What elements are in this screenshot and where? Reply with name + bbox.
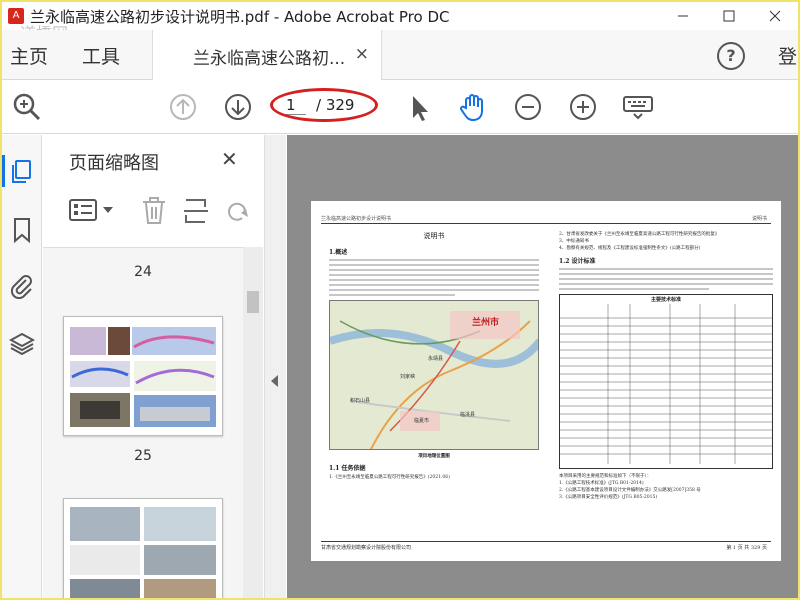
zoom-out-icon[interactable] bbox=[513, 92, 543, 122]
acrobat-window: A 兰永临高速公路初步设计说明书.pdf - Adobe Acrobat Pro… bbox=[2, 2, 798, 598]
chevron-down-icon[interactable] bbox=[103, 207, 113, 213]
close-icon[interactable] bbox=[752, 2, 798, 30]
map-caption: 项目地理位置图 bbox=[418, 454, 450, 459]
technical-standards-table: 主要技术标准 bbox=[559, 294, 773, 469]
close-tab-icon[interactable]: × bbox=[355, 44, 369, 64]
page-footer: 甘肃省交通规划勘察设计院股份有限公司 第 1 页 共 329 页 bbox=[321, 541, 771, 551]
page-thumbnail[interactable] bbox=[63, 316, 223, 436]
zoom-in-icon[interactable] bbox=[568, 92, 598, 122]
project-location-map: 兰州市 临夏市 永靖县 刘家峡 临洮县 积石山县 bbox=[329, 300, 539, 450]
table-title: 主要技术标准 bbox=[650, 297, 681, 303]
standards-intro: 本项目采用的主要规范和标准如下（不限于）： bbox=[559, 474, 652, 479]
left-navigation-rail bbox=[2, 135, 42, 598]
page-footer-right: 第 1 页 共 329 页 bbox=[726, 545, 767, 551]
minimize-icon[interactable] bbox=[660, 2, 706, 30]
page-thumbnail[interactable] bbox=[63, 498, 223, 598]
help-icon[interactable]: ? bbox=[717, 42, 745, 70]
thumbnails-panel: 页面缩略图 ✕ 24 25 bbox=[43, 135, 263, 598]
window-title: 兰永临高速公路初步设计说明书.pdf - Adobe Acrobat Pro D… bbox=[30, 7, 450, 26]
red-annotation-ellipse bbox=[270, 88, 378, 122]
map-label: 临夏市 bbox=[414, 418, 430, 424]
panel-toolbar bbox=[43, 191, 263, 231]
crop-pages-icon[interactable] bbox=[183, 197, 209, 225]
document-tab[interactable]: 兰永临高速公路初... × bbox=[152, 30, 382, 80]
page-header: 兰永临高速公路初步设计说明书 说明书 bbox=[321, 215, 771, 224]
menu-bar: 主页 工具 兰永临高速公路初... × ? 登 bbox=[2, 30, 798, 80]
standard-item: 3.《公路项目安全性评价规范》(JTG B05-2015) bbox=[559, 495, 658, 500]
document-view[interactable]: 兰永临高速公路初步设计说明书 说明书 说明书 1.概述 兰州市 临夏市 永靖县 … bbox=[287, 135, 798, 598]
map-label: 兰州市 bbox=[472, 318, 500, 328]
thumbnail-scrollbar[interactable] bbox=[243, 247, 263, 598]
basis-item: 4、勘察有关规范、规程及《工程建设标准强制性条文》(公路工程部分) bbox=[559, 246, 701, 251]
tools-menu[interactable]: 工具 bbox=[82, 42, 120, 69]
sign-in-link[interactable]: 登 bbox=[778, 42, 797, 69]
active-indicator bbox=[2, 155, 5, 187]
close-panel-icon[interactable]: ✕ bbox=[221, 147, 238, 171]
basis-item: 2、甘肃省发改委关于《兰州至永靖至临夏高速公路工程可行性研究报告的批复》 bbox=[559, 232, 720, 237]
thumbnail-options-icon[interactable] bbox=[69, 199, 99, 221]
panel-title: 页面缩略图 bbox=[69, 153, 159, 174]
zoom-search-icon[interactable] bbox=[12, 92, 42, 122]
maximize-icon[interactable] bbox=[706, 2, 752, 30]
next-page-icon[interactable] bbox=[223, 92, 253, 122]
keyboard-icon[interactable] bbox=[622, 92, 654, 122]
page-header-right: 说明书 bbox=[751, 216, 767, 222]
trash-icon[interactable] bbox=[141, 197, 167, 225]
basis-item: 1.《兰州至永靖至临夏公路工程可行性研究报告》(2021.06) bbox=[329, 475, 450, 480]
right-column: 2、甘肃省发改委关于《兰州至永靖至临夏高速公路工程可行性研究报告的批复》 3、中… bbox=[559, 231, 773, 501]
title-bar: A 兰永临高速公路初步设计说明书.pdf - Adobe Acrobat Pro… bbox=[2, 2, 798, 30]
home-menu[interactable]: 主页 bbox=[10, 42, 48, 69]
page-thumbnails-icon[interactable] bbox=[9, 159, 35, 185]
basis-item: 3、中标通知书 bbox=[559, 239, 589, 244]
map-label: 积石山县 bbox=[350, 398, 371, 404]
select-cursor-icon[interactable] bbox=[404, 92, 434, 122]
document-title: 说明书 bbox=[423, 232, 445, 240]
rotate-icon[interactable] bbox=[225, 197, 251, 225]
map-label: 刘家峡 bbox=[400, 374, 416, 380]
section-heading: 1.2 设计标准 bbox=[559, 258, 596, 265]
page-header-left: 兰永临高速公路初步设计说明书 bbox=[321, 216, 392, 222]
panel-collapse-handle[interactable] bbox=[264, 135, 286, 598]
page-footer-left: 甘肃省交通规划勘察设计院股份有限公司 bbox=[321, 545, 412, 551]
section-heading: 1.1 任务依据 bbox=[329, 465, 366, 472]
bookmark-icon[interactable] bbox=[9, 217, 35, 243]
scrollbar-thumb[interactable] bbox=[247, 291, 259, 313]
map-label: 临洮县 bbox=[460, 412, 476, 418]
thumbnail-list: 24 25 bbox=[43, 247, 243, 598]
section-heading: 1.概述 bbox=[329, 249, 348, 256]
prev-page-icon[interactable] bbox=[168, 92, 198, 122]
page-number-label: 24 bbox=[134, 264, 152, 280]
standard-item: 1.《公路工程技术标准》(JTG B01-2014) bbox=[559, 481, 644, 486]
page-number-label: 25 bbox=[134, 448, 152, 464]
standard-item: 2.《公路工程基本建设项目设计文件编制办法》交公路发[2007]358 号 bbox=[559, 488, 701, 493]
collapse-arrow-icon[interactable] bbox=[271, 375, 278, 387]
main-toolbar: 1 / 329 bbox=[2, 80, 798, 134]
map-label: 永靖县 bbox=[428, 356, 444, 362]
layers-icon[interactable] bbox=[9, 331, 35, 357]
document-tab-label: 兰永临高速公路初... bbox=[193, 49, 346, 69]
hand-tool-icon[interactable] bbox=[458, 92, 488, 122]
pdf-page: 兰永临高速公路初步设计说明书 说明书 说明书 1.概述 兰州市 临夏市 永靖县 … bbox=[311, 201, 781, 561]
left-column: 说明书 1.概述 兰州市 临夏市 永靖县 刘家峡 临洮县 积石山县 项目地理位置… bbox=[329, 231, 539, 481]
attachment-icon[interactable] bbox=[9, 273, 35, 299]
